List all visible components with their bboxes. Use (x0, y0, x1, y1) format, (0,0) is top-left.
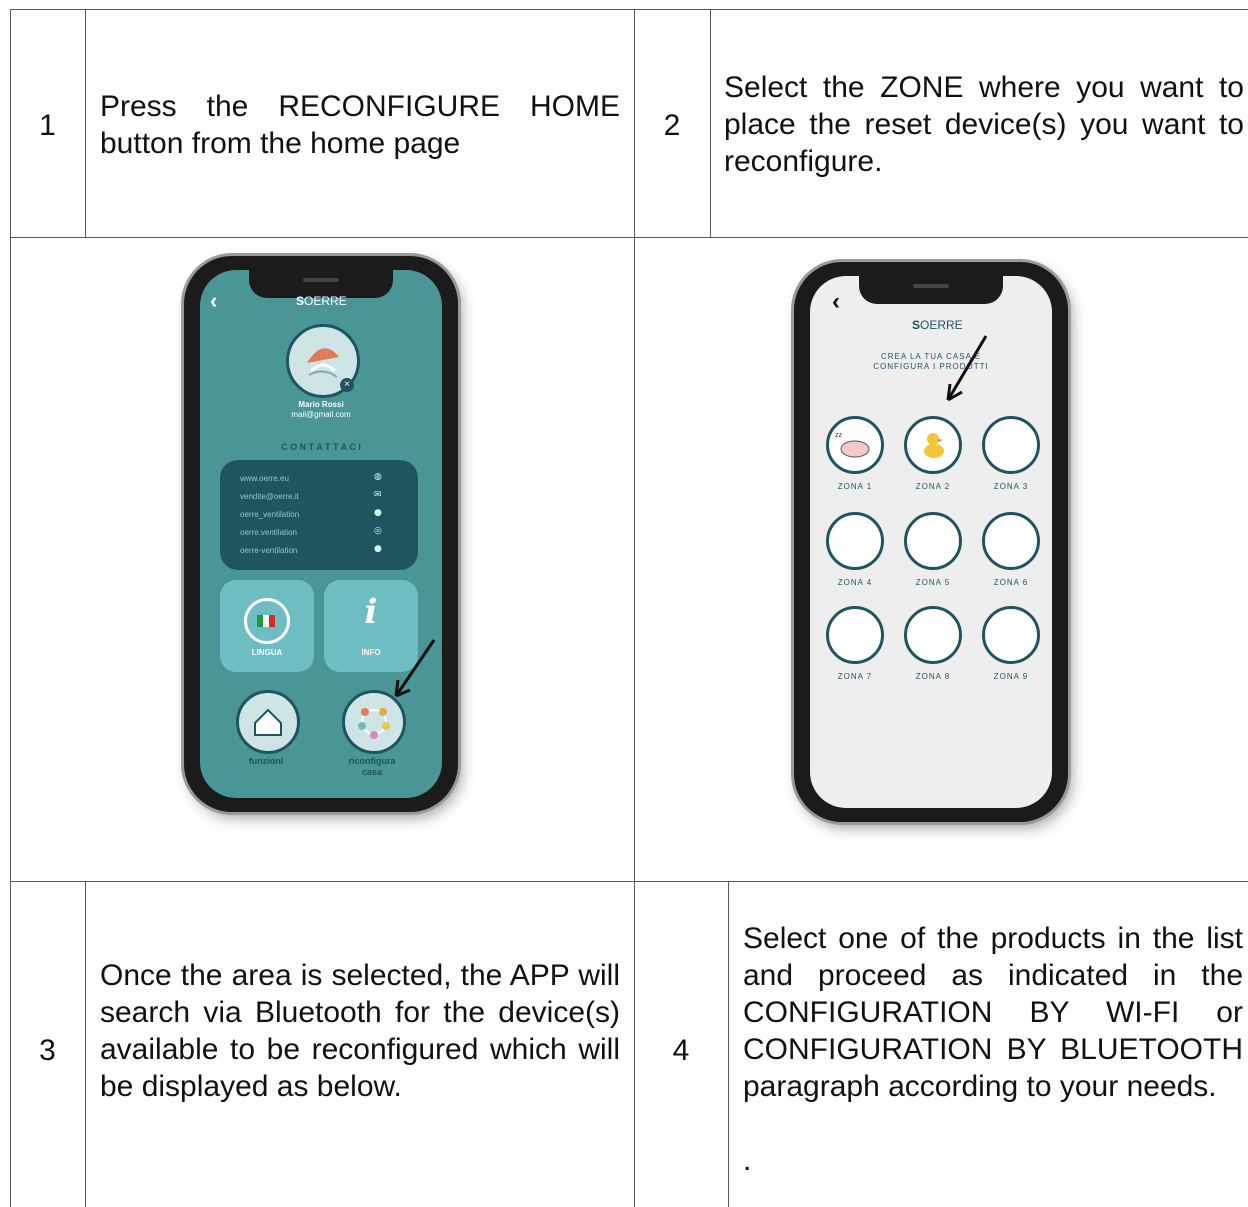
step-text: Select the ZONE where you want to place … (724, 71, 1244, 178)
table-col-border (634, 9, 635, 1207)
table-col-border (85, 9, 86, 237)
step-number: 2 (663, 109, 681, 142)
step-trailing-dot: . (743, 1144, 752, 1177)
table-top-border (10, 9, 1248, 10)
annotation-arrow (394, 639, 436, 698)
step-number: 1 (39, 109, 56, 142)
table-row-border (10, 237, 1248, 238)
table-col-border (728, 881, 729, 1207)
step-number: 3 (39, 1034, 56, 1067)
step-text: Select one of the products in the list a… (743, 922, 1243, 1103)
table-left-border (10, 9, 11, 1207)
phone-mockup-home: ‹ SOERRE × Mario Rossi mail@gmail.com C … (184, 256, 458, 812)
table-col-border (85, 881, 86, 1207)
phone-screen: ‹ SOERRE CREA LA TUA CASA E CONFIGURA I … (810, 276, 1052, 808)
phone-mockup-zones: ‹ SOERRE CREA LA TUA CASA E CONFIGURA I … (794, 262, 1068, 822)
table-col-border (710, 9, 711, 237)
table-row-border (10, 881, 1248, 882)
phone-screen: ‹ SOERRE × Mario Rossi mail@gmail.com C … (200, 270, 442, 798)
step-text: Press the RECONFIGURE HOME button from t… (100, 90, 620, 160)
step-number: 4 (672, 1034, 690, 1067)
annotation-arrow (946, 335, 988, 402)
step-text: Once the area is selected, the APP will … (100, 959, 620, 1103)
